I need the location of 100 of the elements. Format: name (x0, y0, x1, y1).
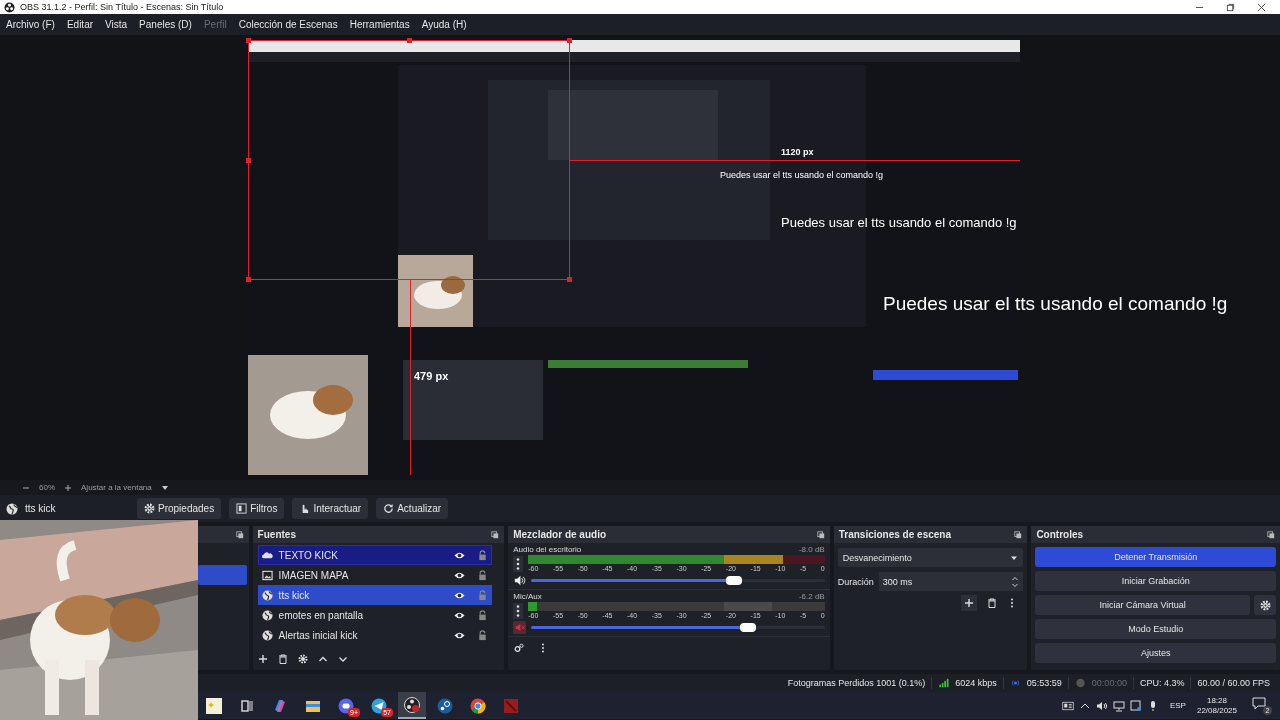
source-item[interactable]: Alertas inicial kick (257, 625, 493, 645)
globe-icon (261, 629, 273, 641)
source-item[interactable]: tts kick (257, 585, 493, 605)
news-icon[interactable] (1061, 699, 1074, 712)
undock-icon[interactable] (491, 530, 500, 539)
zoom-in-icon[interactable] (64, 483, 72, 492)
browser-icon (470, 697, 486, 714)
menu-item[interactable]: Paneles (D) (139, 19, 192, 30)
taskbar-app[interactable] (398, 692, 426, 719)
slider-thumb[interactable] (740, 623, 757, 632)
channel-reading: -8.0 dB (798, 545, 825, 554)
control-button[interactable]: Modo Estudio (1035, 619, 1276, 639)
caret-icon[interactable] (160, 483, 169, 492)
window-title: OBS 31.1.2 - Perfil: Sin Título - Escenas: Sin Título (20, 2, 225, 12)
stream-time: 05:53:59 (1026, 678, 1062, 688)
app-icon (272, 697, 288, 714)
control-button[interactable]: Iniciar Grabación (1035, 571, 1276, 591)
trash-icon[interactable] (277, 654, 288, 664)
maximize-icon[interactable] (1226, 2, 1235, 12)
transition-dropdown[interactable]: Desvanecimiento (837, 548, 1024, 567)
globe-icon (6, 502, 18, 515)
menu-item[interactable]: Colección de Escenas (238, 19, 338, 30)
menu-item[interactable]: Editar (66, 19, 94, 30)
app-icon (503, 697, 519, 714)
selection-box[interactable] (248, 40, 570, 280)
trash-icon[interactable] (987, 598, 998, 608)
gear-icon (1259, 599, 1271, 611)
task-view-icon (239, 697, 255, 714)
clock[interactable]: 18:28 22/08/2025 (1196, 695, 1237, 716)
move-up-icon[interactable] (317, 654, 328, 664)
globe-icon (261, 609, 273, 621)
menu-item[interactable]: Ayuda (H) (421, 19, 467, 30)
panel-title: Fuentes (257, 529, 296, 540)
volume-icon[interactable] (1095, 699, 1108, 712)
overlay-text: Puedes usar el tts usando el comando !g (720, 170, 884, 181)
device-icon[interactable] (1129, 699, 1142, 712)
channel-name: Mic/Aux (513, 592, 542, 601)
lock-icon[interactable] (477, 629, 489, 641)
overlay-text: 1120 px (781, 147, 814, 158)
channel-name: Audio del escritorio (513, 545, 582, 554)
signal-bars-icon (938, 678, 950, 688)
lock-icon[interactable] (477, 549, 489, 561)
source-name: tts kick (25, 503, 57, 514)
fit-to-window-option[interactable]: Ajustar a la ventana (81, 483, 152, 492)
lock-icon[interactable] (477, 609, 489, 621)
slider-thumb[interactable] (725, 576, 742, 585)
toolbar-button[interactable]: Interactuar (292, 498, 369, 519)
move-down-icon[interactable] (337, 654, 348, 664)
menu-item[interactable]: Herramientas (349, 19, 410, 30)
panel-title: Mezclador de audio (513, 529, 606, 540)
obs-logo-icon (404, 696, 420, 713)
overlay-text: Puedes usar el tts usando el comando !g (883, 293, 1228, 315)
add-icon[interactable] (257, 654, 268, 664)
control-button[interactable]: Iniciar Cámara Virtual (1035, 595, 1250, 615)
panel-title: Transiciones de escena (838, 529, 951, 540)
message-icon (1252, 696, 1266, 711)
speaker-icon[interactable] (513, 574, 527, 587)
source-item[interactable]: TEXTO KICK (257, 545, 493, 565)
more-options-icon[interactable] (513, 556, 524, 572)
volume-slider[interactable] (531, 579, 825, 582)
language-indicator[interactable]: ESP (1169, 701, 1186, 710)
channel-reading: -6.2 dB (798, 592, 825, 601)
more-options-icon[interactable] (513, 603, 524, 619)
gear-icon (144, 503, 155, 514)
control-button[interactable]: Detener Transmisión (1035, 547, 1276, 567)
source-item[interactable]: emotes en pantalla (257, 605, 493, 625)
bitrate: 6024 kbps (955, 678, 997, 688)
globe-icon (261, 589, 273, 601)
source-item[interactable]: IMAGEN MAPA (257, 565, 493, 585)
panel-title: Controles (1036, 529, 1084, 540)
record-time: 00:00:00 (1091, 678, 1127, 688)
gears-icon[interactable] (514, 643, 525, 653)
close-icon[interactable] (1257, 2, 1266, 12)
settings-icon[interactable] (297, 654, 308, 664)
undock-icon[interactable] (1267, 530, 1275, 539)
overlay-text: 479 px (414, 370, 449, 383)
undock-icon[interactable] (816, 530, 825, 539)
undock-icon[interactable] (235, 530, 244, 539)
undock-icon[interactable] (1014, 530, 1023, 539)
refresh-icon (383, 503, 395, 514)
toolbar-button[interactable]: Actualizar (376, 498, 449, 519)
control-button[interactable]: Ajustes (1035, 643, 1276, 663)
duration-label: Duración (837, 576, 874, 587)
duration-field[interactable]: 300 ms (878, 572, 1024, 591)
widgets-icon (206, 697, 222, 714)
cpu-usage: CPU: 4.3% (1139, 678, 1185, 688)
game-launcher-icon (437, 697, 453, 714)
dropped-frames: Fotogramas Perdidos 1001 (0.1%) (787, 678, 926, 688)
menu-item[interactable]: Archivo (F) (6, 19, 55, 30)
volume-slider[interactable] (531, 626, 825, 629)
add-icon[interactable] (961, 595, 978, 611)
filter-icon (236, 503, 248, 514)
toolbar-button[interactable]: Propiedades (137, 498, 222, 519)
menu-item[interactable]: Vista (105, 19, 128, 30)
fps: 60.00 / 60.00 FPS (1197, 678, 1270, 688)
toolbar-button[interactable]: Filtros (229, 498, 285, 519)
overlay-text: Puedes usar el tts usando el comando !g (781, 216, 1017, 231)
lock-icon[interactable] (477, 569, 489, 581)
network-icon[interactable] (1112, 699, 1125, 712)
settings-button[interactable] (1254, 595, 1276, 615)
